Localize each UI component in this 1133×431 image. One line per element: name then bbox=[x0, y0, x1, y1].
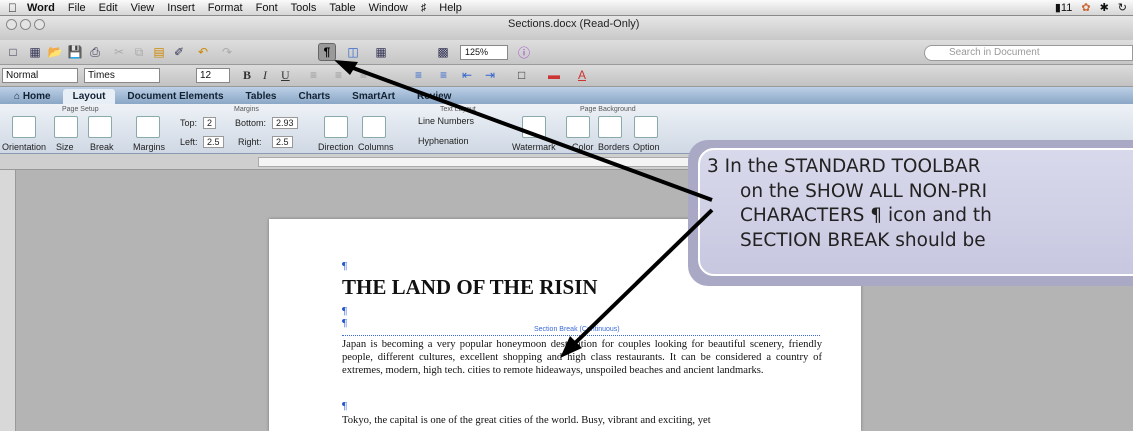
callout-arrows bbox=[334, 60, 714, 358]
arrow-to-section-break bbox=[568, 208, 714, 350]
arrow-to-toolbar bbox=[344, 63, 713, 202]
arrow-to-toolbar-head bbox=[334, 60, 358, 75]
